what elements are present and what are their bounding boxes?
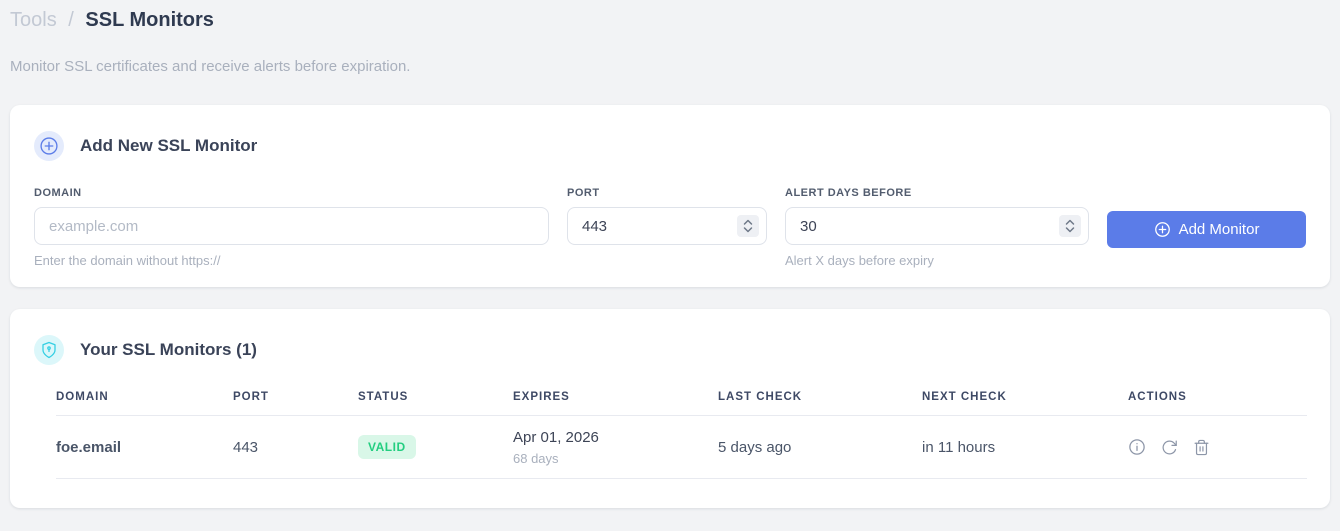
monitor-port: 443 — [233, 415, 358, 479]
col-header-port: PORT — [233, 391, 358, 416]
port-stepper[interactable] — [737, 215, 759, 237]
monitors-table: DOMAIN PORT STATUS EXPIRES LAST CHECK NE… — [56, 391, 1307, 479]
add-monitor-card: Add New SSL Monitor DOMAIN Enter the dom… — [10, 105, 1330, 287]
refresh-button[interactable] — [1161, 439, 1178, 456]
monitors-card-title: Your SSL Monitors (1) — [80, 340, 257, 359]
status-badge: VALID — [358, 435, 416, 459]
port-field-group: PORT — [567, 187, 767, 268]
col-header-expires: EXPIRES — [513, 391, 718, 416]
col-header-status: STATUS — [358, 391, 513, 416]
monitors-list-card: Your SSL Monitors (1) DOMAIN PORT STATUS… — [10, 309, 1330, 508]
domain-label: DOMAIN — [34, 187, 82, 199]
plus-circle-icon — [1154, 221, 1171, 238]
page-subtitle: Monitor SSL certificates and receive ale… — [10, 58, 411, 75]
add-monitor-card-title: Add New SSL Monitor — [80, 136, 258, 155]
trash-icon — [1194, 439, 1209, 455]
plus-circle-icon — [34, 131, 64, 161]
shield-icon — [34, 335, 64, 365]
alert-days-label: ALERT DAYS BEFORE — [785, 187, 912, 199]
last-check: 5 days ago — [718, 415, 922, 479]
info-button[interactable] — [1128, 438, 1146, 456]
alert-days-field-group: ALERT DAYS BEFORE Alert X days before ex… — [785, 187, 1089, 268]
col-header-last-check: LAST CHECK — [718, 391, 922, 416]
expires-date: Apr 01, 2026 — [513, 429, 599, 446]
info-icon — [1129, 439, 1145, 455]
domain-helper-text: Enter the domain without https:// — [34, 253, 221, 268]
breadcrumb-tools-link[interactable]: Tools — [10, 9, 57, 31]
refresh-icon — [1162, 440, 1177, 454]
row-actions — [1128, 438, 1307, 456]
alert-days-stepper[interactable] — [1059, 215, 1081, 237]
breadcrumb: Tools / SSL Monitors — [10, 6, 1330, 34]
ssl-monitors-page: Tools / SSL Monitors Monitor SSL certifi… — [0, 0, 1340, 508]
add-monitor-button[interactable]: Add Monitor — [1107, 211, 1306, 248]
monitor-domain: foe.email — [56, 415, 233, 479]
expires-days-remaining: 68 days — [513, 451, 559, 466]
delete-button[interactable] — [1193, 439, 1210, 456]
table-row: foe.email 443 VALID Apr 01, 2026 68 days… — [56, 415, 1307, 479]
col-header-actions: ACTIONS — [1128, 391, 1307, 416]
col-header-next-check: NEXT CHECK — [922, 391, 1128, 416]
domain-field-group: DOMAIN Enter the domain without https:// — [34, 187, 549, 268]
col-header-domain: DOMAIN — [56, 391, 233, 416]
page-title: SSL Monitors — [85, 9, 214, 31]
port-label: PORT — [567, 187, 600, 199]
alert-days-input[interactable] — [785, 207, 1089, 245]
domain-input[interactable] — [34, 207, 549, 245]
breadcrumb-separator: / — [68, 9, 74, 31]
next-check: in 11 hours — [922, 415, 1128, 479]
add-monitor-button-label: Add Monitor — [1178, 221, 1260, 238]
table-header-row: DOMAIN PORT STATUS EXPIRES LAST CHECK NE… — [56, 391, 1307, 416]
alert-days-helper-text: Alert X days before expiry — [785, 253, 934, 268]
